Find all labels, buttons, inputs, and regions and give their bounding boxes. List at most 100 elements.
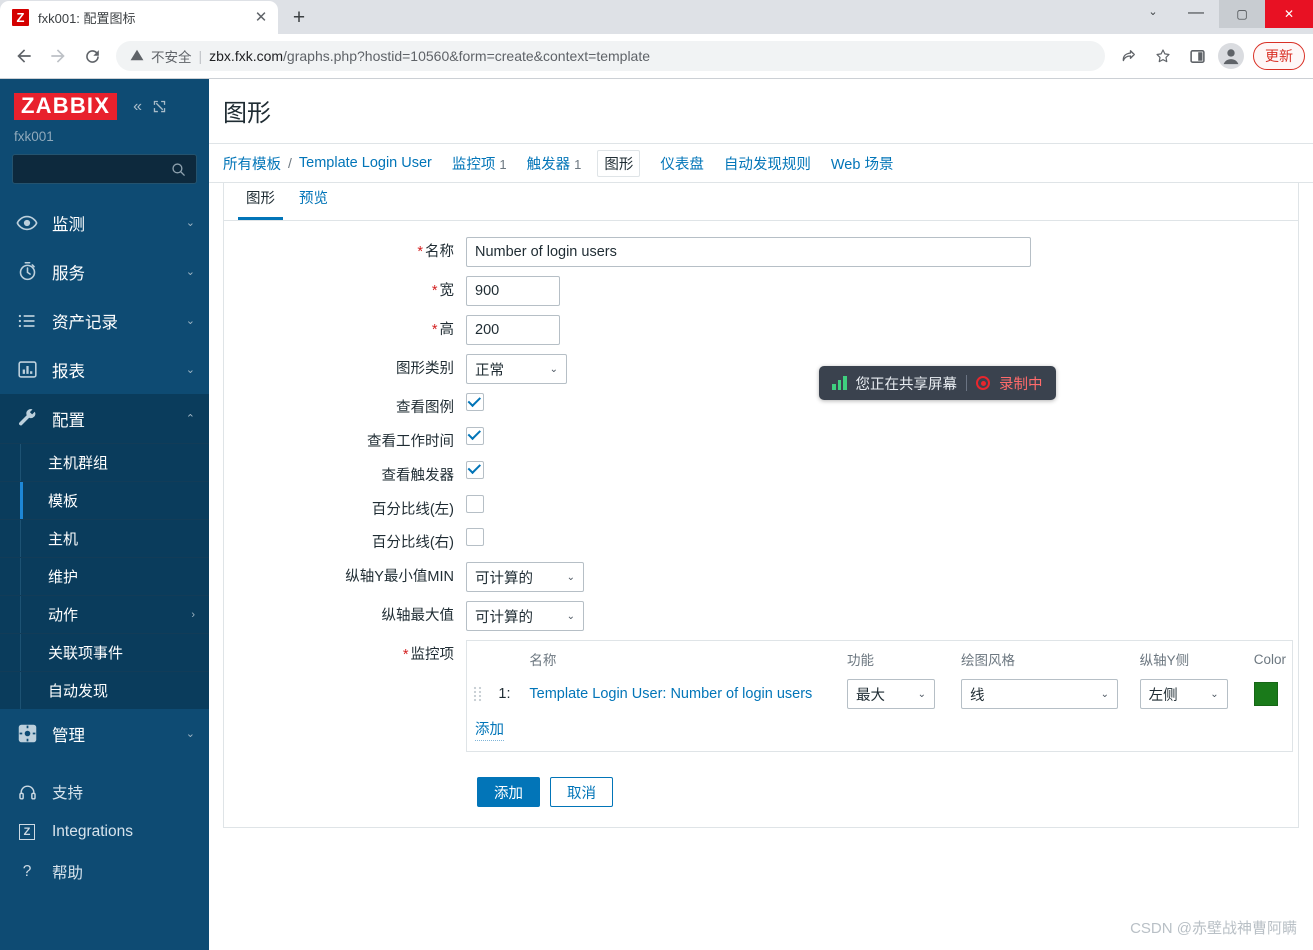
collapse-sidebar-icon[interactable]: « bbox=[133, 98, 142, 115]
field-row-height: * 高 200 bbox=[224, 315, 1298, 345]
field-row-ymax: 纵轴最大值 可计算的 ⌄ bbox=[224, 601, 1298, 632]
submit-button[interactable]: 添加 bbox=[477, 777, 540, 808]
tab-close-icon[interactable]: ✕ bbox=[252, 9, 270, 27]
window-maximize-button[interactable]: ▢ bbox=[1219, 0, 1265, 28]
tab-graph[interactable]: 图形 bbox=[238, 187, 283, 220]
nav-item-label: 触发器 bbox=[526, 156, 571, 173]
expand-sidebar-icon[interactable] bbox=[153, 100, 166, 113]
chevron-down-icon: ⌄ bbox=[917, 688, 926, 700]
window-close-button[interactable]: ✕ bbox=[1265, 0, 1313, 28]
height-input[interactable]: 200 bbox=[466, 315, 560, 345]
field-row-width: * 宽 900 bbox=[224, 276, 1298, 306]
back-icon[interactable] bbox=[8, 40, 40, 72]
star-icon[interactable] bbox=[1147, 40, 1179, 72]
forward-icon[interactable] bbox=[42, 40, 74, 72]
color-swatch[interactable] bbox=[1253, 682, 1278, 707]
draw-style-select[interactable]: 线 ⌄ bbox=[961, 679, 1119, 710]
nav-item-count: 1 bbox=[499, 156, 507, 172]
sidebar-item-label: 资产记录 bbox=[52, 313, 118, 332]
browser-tabstrip: Z fxk001: 配置图标 ✕ + ⌄ — ▢ ✕ bbox=[0, 0, 1313, 34]
header-draw-style: 绘图风格 bbox=[961, 653, 1016, 669]
sidebar-item-administration[interactable]: 管理 ⌄ bbox=[0, 709, 209, 758]
form-tabs: 图形 预览 bbox=[224, 183, 1298, 221]
sidebar-item-support[interactable]: 支持 bbox=[0, 772, 209, 812]
nav-item-label: Web 场景 bbox=[830, 156, 894, 173]
sidebar-subitem-event-correlation[interactable]: 关联项事件 bbox=[0, 633, 209, 671]
width-input[interactable]: 900 bbox=[466, 276, 560, 306]
graph-type-select[interactable]: 正常 ⌄ bbox=[466, 354, 567, 384]
new-tab-button[interactable]: + bbox=[284, 2, 314, 32]
screen-share-toast[interactable]: 您正在共享屏幕 录制中 bbox=[819, 366, 1056, 400]
window-controls: ⌄ — ▢ ✕ bbox=[1133, 0, 1313, 34]
share-icon[interactable] bbox=[1113, 40, 1145, 72]
sidebar-item-configuration[interactable]: 配置 ⌃ bbox=[0, 394, 209, 443]
page-title: 图形 bbox=[223, 99, 271, 127]
sidebar-item-label: 管理 bbox=[52, 726, 85, 745]
row-function-cell: 最大 ⌄ bbox=[841, 675, 955, 713]
sidebar-item-label: 报表 bbox=[52, 362, 85, 381]
search-input[interactable] bbox=[12, 154, 197, 184]
header-name: 名称 bbox=[529, 653, 557, 669]
zabbix-logo[interactable]: ZABBIX bbox=[14, 93, 118, 120]
field-row-graph-type: 图形类别 正常 ⌄ bbox=[224, 354, 1298, 384]
sidebar-item-inventory[interactable]: 资产记录 ⌄ bbox=[0, 296, 209, 345]
update-button[interactable]: 更新 bbox=[1253, 42, 1305, 70]
sidebar-subitem-templates[interactable]: 模板 bbox=[0, 481, 209, 519]
address-bar[interactable]: 不安全 | zbx.fxk.com/graphs.php?hostid=1056… bbox=[116, 41, 1105, 71]
sidebar-subitem-hosts[interactable]: 主机 bbox=[0, 519, 209, 557]
yaxis-side-select[interactable]: 左侧 ⌄ bbox=[1139, 679, 1228, 710]
nav-item-graphs[interactable]: 图形 bbox=[597, 149, 641, 177]
sidebar-subitem-maintenance[interactable]: 维护 bbox=[0, 557, 209, 595]
side-panel-icon[interactable] bbox=[1181, 40, 1213, 72]
label-show-triggers: 查看触发器 bbox=[381, 467, 455, 484]
sidebar-search-wrap bbox=[0, 144, 209, 190]
breadcrumb-all-templates[interactable]: 所有模板 bbox=[223, 153, 281, 174]
label-show-legend: 查看图例 bbox=[396, 400, 454, 416]
function-value: 最大 bbox=[855, 687, 885, 704]
zabbix-app: ZABBIX « fxk001 监测 ⌄ 服务 ⌄ 资产记录 ⌄ 报表 ⌄ 配置… bbox=[0, 79, 1313, 950]
table-row: 1: Template Login User: Number of login … bbox=[467, 675, 1292, 713]
row-item-name-cell: Template Login User: Number of login use… bbox=[523, 675, 841, 713]
nav-item-discovery-rules[interactable]: 自动发现规则 bbox=[724, 153, 811, 174]
profile-icon[interactable] bbox=[1215, 40, 1247, 72]
nav-item-web-scenarios[interactable]: Web 场景 bbox=[831, 153, 894, 174]
drag-handle[interactable] bbox=[467, 675, 492, 713]
reload-icon[interactable] bbox=[76, 40, 108, 72]
window-minimize-button[interactable]: — bbox=[1173, 0, 1219, 28]
show-legend-checkbox[interactable] bbox=[466, 393, 484, 411]
add-item-link[interactable]: 添加 bbox=[475, 721, 504, 742]
sidebar-item-monitoring[interactable]: 监测 ⌄ bbox=[0, 198, 209, 247]
nav-item-items[interactable]: 监控项 1 bbox=[452, 153, 507, 174]
show-working-time-checkbox[interactable] bbox=[466, 426, 484, 445]
browser-tab[interactable]: Z fxk001: 配置图标 ✕ bbox=[0, 1, 278, 34]
name-input[interactable]: Number of login users bbox=[466, 237, 1031, 267]
sidebar-subitem-discovery[interactable]: 自动发现 bbox=[0, 671, 209, 709]
label-graph-type: 图形类别 bbox=[396, 361, 454, 377]
ymax-select[interactable]: 可计算的 ⌄ bbox=[466, 601, 584, 632]
cancel-button[interactable]: 取消 bbox=[550, 777, 613, 808]
function-select[interactable]: 最大 ⌄ bbox=[846, 679, 935, 710]
security-status-text: 不安全 bbox=[151, 50, 192, 65]
tab-search-chevron-down-icon[interactable]: ⌄ bbox=[1133, 0, 1173, 22]
percentile-right-checkbox[interactable] bbox=[466, 528, 484, 547]
breadcrumb-template-name[interactable]: Template Login User bbox=[299, 155, 432, 171]
ymin-select[interactable]: 可计算的 ⌄ bbox=[466, 562, 584, 593]
sidebar-item-integrations[interactable]: Z Integrations bbox=[0, 812, 209, 852]
tab-preview[interactable]: 预览 bbox=[291, 187, 336, 220]
field-row-ymin: 纵轴Y最小值MIN 可计算的 ⌄ bbox=[224, 562, 1298, 593]
label-percentile-right: 百分比线(右) bbox=[371, 535, 454, 552]
sidebar-item-services[interactable]: 服务 ⌄ bbox=[0, 247, 209, 296]
nav-item-triggers[interactable]: 触发器 1 bbox=[527, 153, 582, 174]
percentile-left-checkbox[interactable] bbox=[466, 494, 484, 513]
item-name-link[interactable]: Template Login User: Number of login use… bbox=[529, 686, 812, 702]
show-triggers-checkbox[interactable] bbox=[466, 460, 484, 479]
label-height: * 高 bbox=[224, 315, 466, 340]
signal-bars-icon bbox=[832, 376, 847, 390]
breadcrumb-nav: 所有模板 / Template Login User 监控项 1 触发器 1 图… bbox=[209, 143, 1313, 183]
sidebar-subitem-actions[interactable]: 动作 › bbox=[0, 595, 209, 633]
sidebar-hostname: fxk001 bbox=[14, 129, 54, 144]
sidebar-subitem-host-groups[interactable]: 主机群组 bbox=[0, 443, 209, 481]
sidebar-item-reports[interactable]: 报表 ⌄ bbox=[0, 345, 209, 394]
nav-item-dashboards[interactable]: 仪表盘 bbox=[660, 153, 704, 174]
sidebar-item-help[interactable]: ? 帮助 bbox=[0, 852, 209, 892]
